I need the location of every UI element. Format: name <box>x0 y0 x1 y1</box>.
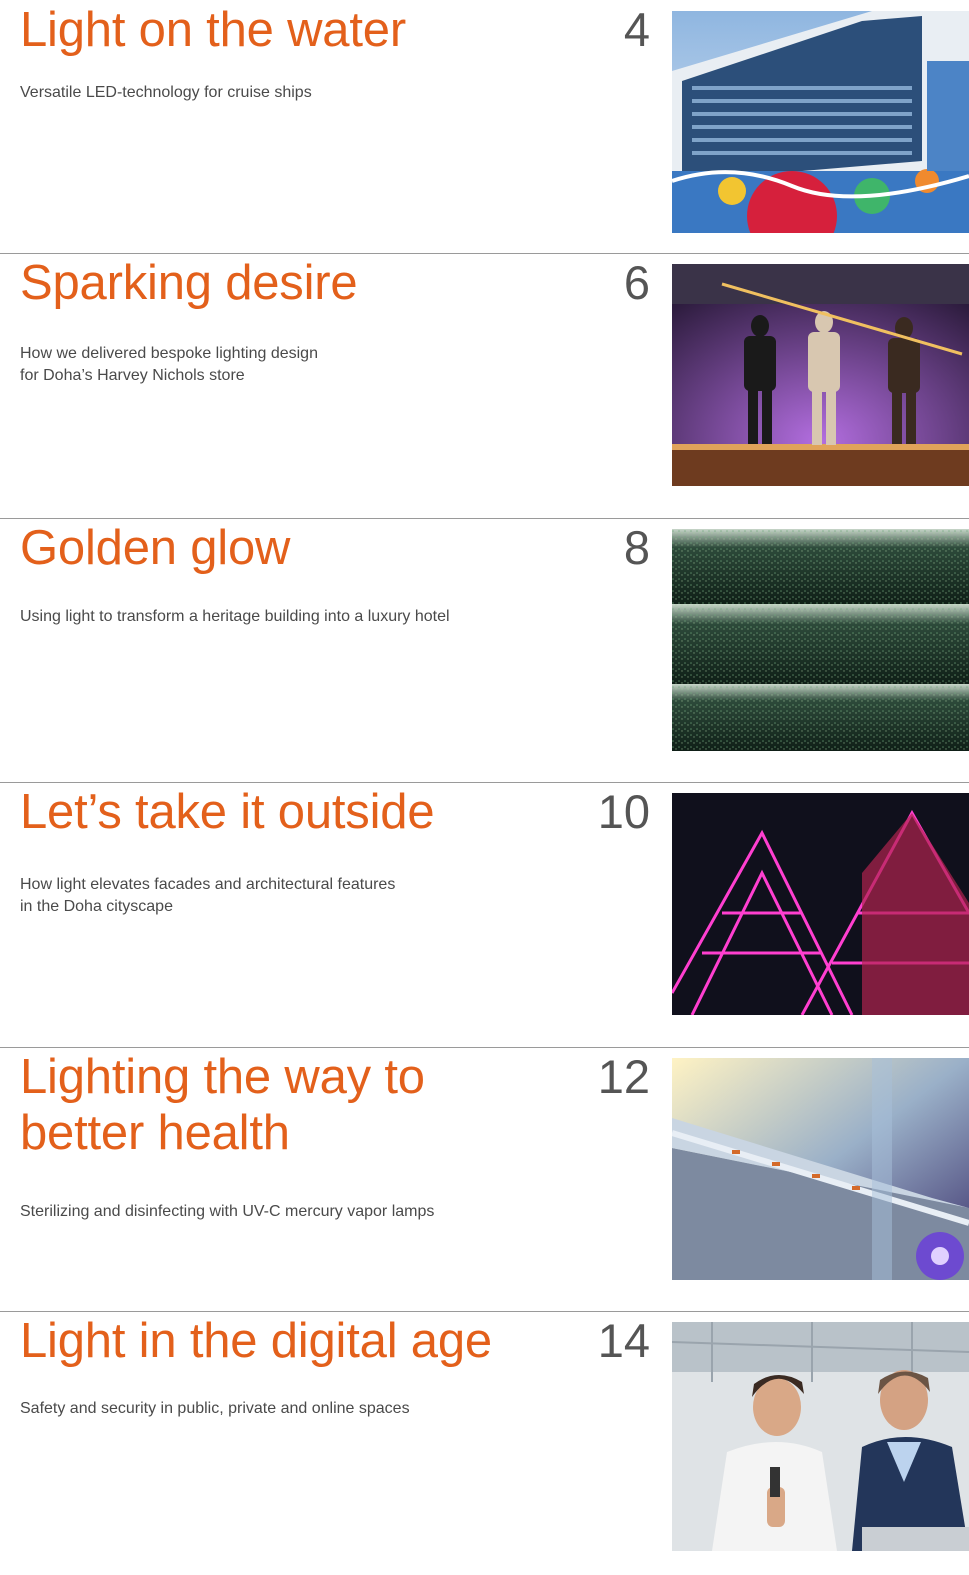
entry-image-textured-surface <box>672 529 969 751</box>
divider <box>0 253 969 254</box>
toc-entry-light-in-the-digital-age[interactable]: Light in the digital age Safety and secu… <box>0 1311 969 1575</box>
toc-entry-sparking-desire[interactable]: Sparking desire How we delivered bespoke… <box>0 253 969 517</box>
entry-title[interactable]: Lighting the way to better health <box>20 1049 540 1161</box>
entry-image-escalator-uv <box>672 1058 969 1280</box>
divider <box>0 518 969 519</box>
toc-entry-lighting-the-way-to-better-health[interactable]: Lighting the way to better health Steril… <box>0 1047 969 1311</box>
divider <box>0 1047 969 1048</box>
cruise-ship-image <box>672 11 969 233</box>
entry-title[interactable]: Sparking desire <box>20 255 580 311</box>
entry-page-number[interactable]: 8 <box>624 522 650 574</box>
entry-title[interactable]: Golden glow <box>20 520 580 576</box>
escalator-uv-image <box>672 1058 969 1280</box>
two-men-office-image <box>672 1322 969 1551</box>
entry-page-number[interactable]: 6 <box>624 257 650 309</box>
entry-image-store-window <box>672 264 969 486</box>
divider <box>0 782 969 783</box>
entry-image-neon-facade <box>672 793 969 1015</box>
toc-entry-golden-glow[interactable]: Golden glow Using light to transform a h… <box>0 518 969 782</box>
entry-title[interactable]: Light on the water <box>20 2 580 58</box>
entry-page-number[interactable]: 4 <box>624 4 650 56</box>
textured-surface-image <box>672 529 969 751</box>
entry-page-number[interactable]: 14 <box>598 1315 650 1367</box>
entry-subtitle: How we delivered bespoke lighting design… <box>20 345 318 384</box>
entry-title[interactable]: Let’s take it outside <box>20 784 580 840</box>
store-window-image <box>672 264 969 486</box>
divider <box>0 1311 969 1312</box>
entry-subtitle: Sterilizing and disinfecting with UV-C m… <box>20 1203 435 1220</box>
neon-facade-image <box>672 793 969 1015</box>
entry-page-number[interactable]: 10 <box>598 786 650 838</box>
entry-subtitle: How light elevates facades and architect… <box>20 876 396 915</box>
entry-title[interactable]: Light in the digital age <box>20 1313 580 1369</box>
entry-subtitle: Using light to transform a heritage buil… <box>20 608 450 625</box>
entry-page-number[interactable]: 12 <box>598 1051 650 1103</box>
entry-image-cruise-ship <box>672 11 969 233</box>
toc-entry-light-on-the-water[interactable]: Light on the water Versatile LED-technol… <box>0 0 969 253</box>
toc-entry-lets-take-it-outside[interactable]: Let’s take it outside How light elevates… <box>0 782 969 1046</box>
entry-subtitle: Versatile LED-technology for cruise ship… <box>20 84 312 101</box>
entry-subtitle: Safety and security in public, private a… <box>20 1400 410 1417</box>
entry-image-two-men-office <box>672 1322 969 1551</box>
